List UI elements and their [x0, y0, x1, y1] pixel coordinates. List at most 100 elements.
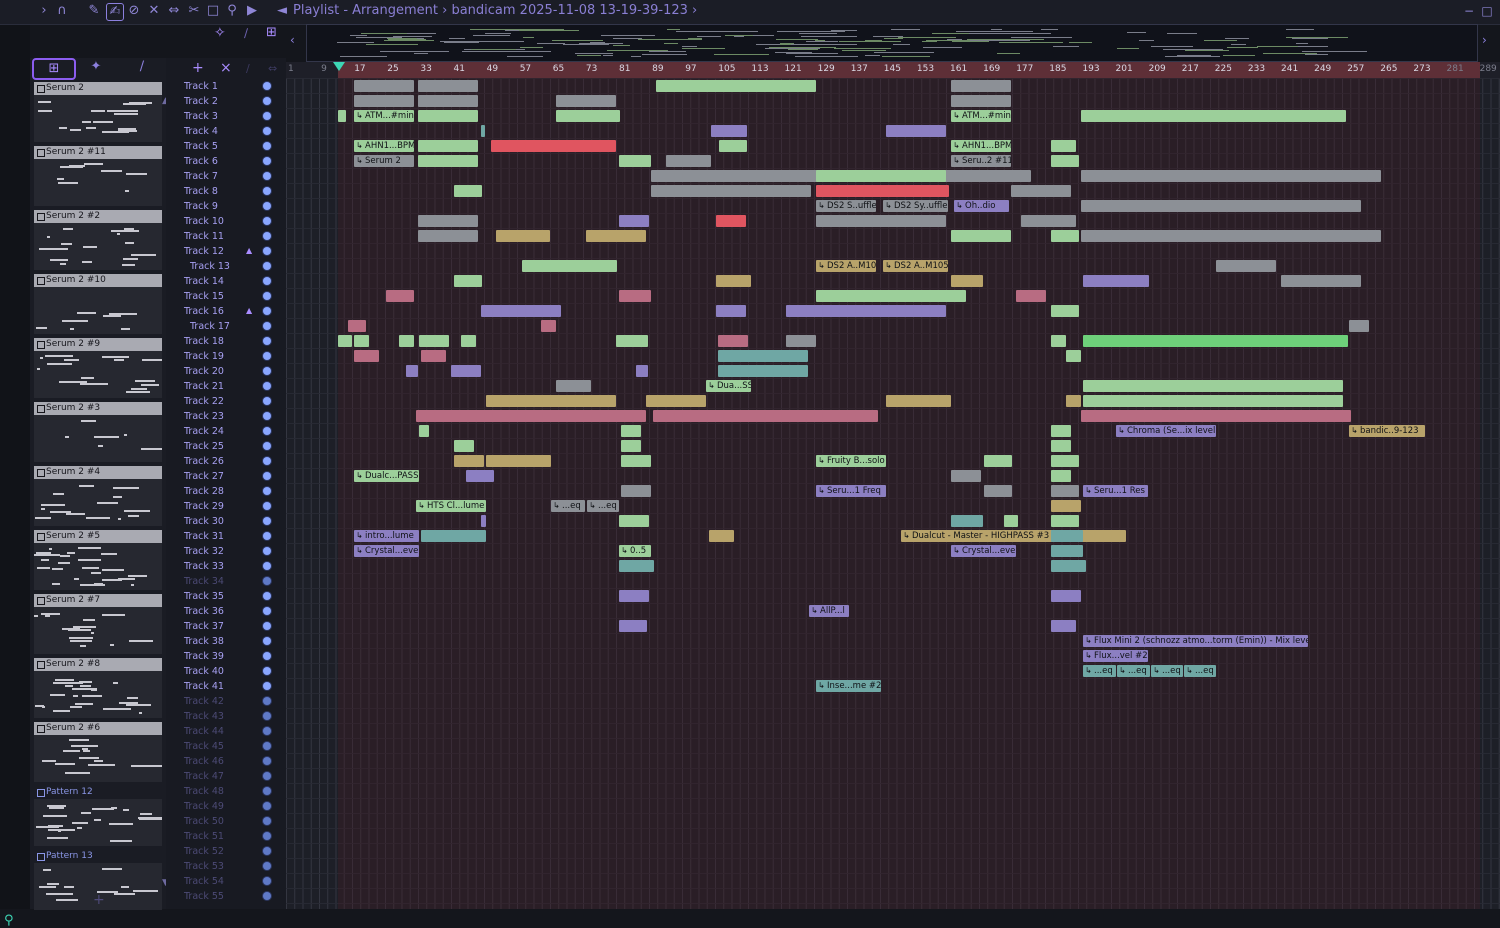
track-mute-led[interactable] [263, 217, 271, 225]
pattern-clip[interactable] [621, 455, 651, 467]
track-name[interactable]: Track 12 [184, 244, 224, 259]
pattern-clip[interactable] [1051, 545, 1083, 557]
pattern-item[interactable]: Serum 2 #7 [34, 594, 162, 654]
track-mute-led[interactable] [263, 142, 271, 150]
pattern-item[interactable]: Serum 2 #4 [34, 466, 162, 526]
automation-clip[interactable]: DS2 A..M105 [883, 260, 948, 272]
track-name[interactable]: Track 24 [184, 424, 224, 439]
slip-icon[interactable]: ⇔ [166, 3, 182, 19]
track-mute-led[interactable] [263, 772, 271, 780]
automation-clip[interactable]: Seru...1 Res [1083, 485, 1148, 497]
pattern-clip[interactable] [653, 410, 878, 422]
brush-icon[interactable]: ✍ [106, 3, 124, 21]
minimize-icon[interactable]: − [1462, 4, 1476, 18]
pattern-clip[interactable] [1051, 530, 1083, 542]
pattern-clip[interactable] [421, 530, 486, 542]
track-mute-led[interactable] [263, 127, 271, 135]
track-mute-led[interactable] [263, 802, 271, 810]
pattern-clip[interactable] [951, 515, 983, 527]
track-name[interactable]: Track 9 [184, 199, 218, 214]
automation-clip[interactable]: Flux...vel #2 [1083, 650, 1148, 662]
track-mute-led[interactable] [263, 532, 271, 540]
pattern-clip[interactable] [481, 125, 485, 137]
track-name[interactable]: Track 10 [184, 214, 224, 229]
pattern-clip[interactable] [716, 275, 751, 287]
speaker-icon[interactable]: ◄ [274, 3, 290, 19]
track-name[interactable]: Track 55 [184, 889, 224, 904]
automation-clip[interactable]: Fruity B...solo [816, 455, 886, 467]
track-mute-led[interactable] [263, 622, 271, 630]
track-name[interactable]: Track 17 [190, 319, 230, 334]
loop-region[interactable] [338, 62, 1480, 78]
scroll-left-icon[interactable]: ‹ [290, 33, 295, 47]
pattern-clip[interactable] [418, 95, 478, 107]
automation-clip[interactable]: 0..5 [619, 545, 651, 557]
automation-clip[interactable]: Dua...SS [706, 380, 751, 392]
pattern-clip[interactable] [418, 110, 478, 122]
pattern-clip[interactable] [951, 95, 1011, 107]
pattern-clip[interactable] [951, 80, 1011, 92]
pattern-clip[interactable] [354, 80, 414, 92]
pattern-clip[interactable] [491, 140, 616, 152]
group-collapse-icon[interactable]: ▲ [246, 246, 252, 255]
track-mute-led[interactable] [263, 787, 271, 795]
track-mute-led[interactable] [263, 577, 271, 585]
line-tool-icon[interactable]: ∕ [244, 26, 248, 40]
pattern-clip[interactable] [1051, 155, 1079, 167]
pattern-clip[interactable] [386, 290, 414, 302]
pattern-clip[interactable] [716, 215, 746, 227]
pattern-clip[interactable] [1081, 230, 1381, 242]
track-name[interactable]: Track 27 [184, 469, 224, 484]
link-icon[interactable]: ⇔ [268, 62, 277, 75]
pattern-clip[interactable] [1083, 395, 1343, 407]
pattern-clip[interactable] [1016, 290, 1046, 302]
track-mute-led[interactable] [263, 712, 271, 720]
pattern-clip[interactable] [1051, 455, 1079, 467]
pattern-clip[interactable] [619, 620, 647, 632]
pattern-clip[interactable] [1051, 500, 1081, 512]
star-snap-icon[interactable]: ✧ [214, 25, 226, 41]
pattern-clip[interactable] [636, 365, 648, 377]
pattern-clip[interactable] [1066, 350, 1081, 362]
pattern-clip[interactable] [1051, 305, 1079, 317]
track-mute-led[interactable] [263, 592, 271, 600]
pattern-clip[interactable] [418, 140, 478, 152]
track-name[interactable]: Track 18 [184, 334, 224, 349]
track-name[interactable]: Track 23 [184, 409, 224, 424]
pattern-clip[interactable] [1021, 215, 1076, 227]
pattern-clip[interactable] [454, 455, 484, 467]
automation-clip[interactable]: ATM...#min [951, 110, 1011, 122]
pattern-item[interactable]: Serum 2 #10 [34, 274, 162, 334]
group-collapse-icon[interactable]: ▲ [246, 306, 252, 315]
track-name[interactable]: Track 11 [184, 229, 224, 244]
add-track-icon[interactable]: + [192, 60, 204, 76]
pattern-clip[interactable] [1081, 110, 1346, 122]
track-mute-led[interactable] [263, 472, 271, 480]
automation-clip[interactable]: DS2 S..uffle [816, 200, 876, 212]
pattern-clip[interactable] [886, 125, 946, 137]
track-mute-led[interactable] [263, 682, 271, 690]
mute-icon[interactable]: ✕ [146, 3, 162, 19]
timeline-ruler[interactable]: 1 9 17 25 33 41 49 57 65 73 81 89 97 105 113 121 129 137 1… [286, 62, 1500, 78]
pattern-clip[interactable] [1051, 515, 1079, 527]
pattern-clip[interactable] [718, 350, 808, 362]
track-mute-led[interactable] [263, 307, 271, 315]
pattern-clip[interactable] [421, 350, 446, 362]
track-name[interactable]: Track 38 [184, 634, 224, 649]
pattern-clip[interactable] [1051, 440, 1071, 452]
pattern-clip[interactable] [1051, 590, 1081, 602]
pattern-clip[interactable] [1081, 170, 1381, 182]
pattern-item[interactable]: Serum 2 #5 [34, 530, 162, 590]
track-name[interactable]: Track 35 [184, 589, 224, 604]
pattern-clip[interactable] [886, 395, 951, 407]
automation-clip[interactable]: Crystal...evel [354, 545, 419, 557]
track-mute-led[interactable] [263, 862, 271, 870]
automation-clip[interactable]: DS2 Sy..uffle [883, 200, 948, 212]
audio-picker-icon[interactable]: ✦ [76, 58, 116, 76]
pattern-clip[interactable] [816, 185, 949, 197]
pattern-clip[interactable] [709, 530, 734, 542]
track-mute-led[interactable] [263, 262, 271, 270]
automation-clip[interactable]: AllP...l [809, 605, 849, 617]
track-name[interactable]: Track 40 [184, 664, 224, 679]
track-mute-led[interactable] [263, 652, 271, 660]
